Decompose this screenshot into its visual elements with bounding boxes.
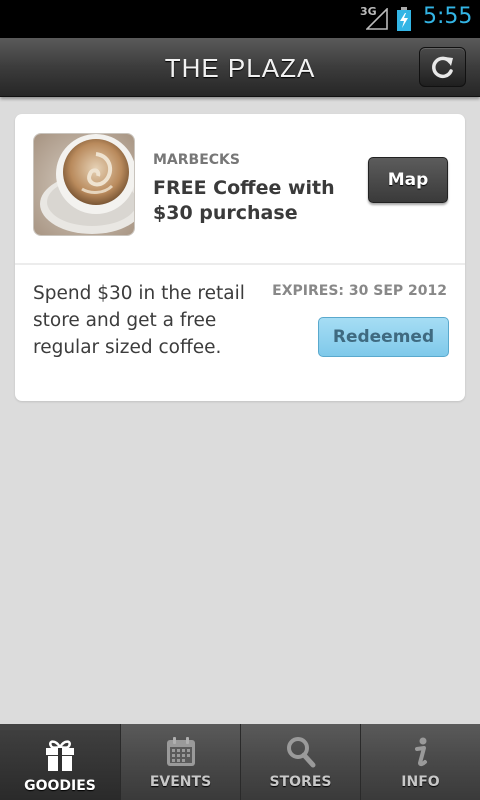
signal-icon [366, 8, 388, 30]
expiry-date: EXPIRES: 30 SEP 2012 [272, 283, 447, 299]
tab-goodies[interactable]: GOODIES [0, 730, 120, 800]
clock: 5:55 [423, 4, 473, 29]
offer-header: MARBECKS FREE Coffee with $30 purchase M… [15, 114, 465, 264]
redeemed-button[interactable]: Redeemed [318, 317, 449, 357]
status-bar: 3G 5:55 [0, 0, 480, 38]
bottom-nav: GOODIES EVENTS STORES INFO [0, 724, 480, 800]
tab-info[interactable]: INFO [360, 724, 480, 800]
map-button[interactable]: Map [368, 157, 448, 203]
offer-title: FREE Coffee with $30 purchase [153, 177, 335, 224]
offer-description: Spend $30 in the retail store and get a … [33, 283, 245, 358]
app-title: THE PLAZA [164, 53, 316, 83]
search-icon [286, 737, 315, 768]
info-icon [414, 737, 427, 767]
tab-stores[interactable]: STORES [240, 724, 360, 800]
battery-charging-icon [397, 7, 411, 31]
offer-image [33, 133, 135, 236]
refresh-button[interactable] [419, 47, 466, 87]
store-name: MARBECKS [153, 152, 240, 168]
gift-icon [46, 740, 74, 771]
refresh-icon [431, 56, 453, 79]
offer-card[interactable]: MARBECKS FREE Coffee with $30 purchase M… [15, 114, 465, 401]
title-bar: THE PLAZA [0, 38, 480, 97]
tab-events[interactable]: EVENTS [120, 724, 240, 800]
tab-label: INFO [401, 774, 440, 790]
tab-label: GOODIES [24, 778, 96, 794]
calendar-icon [166, 737, 195, 766]
coffee-cup-icon [34, 134, 134, 235]
tab-label: EVENTS [149, 774, 212, 790]
card-divider [15, 263, 465, 265]
tab-label: STORES [269, 774, 332, 790]
